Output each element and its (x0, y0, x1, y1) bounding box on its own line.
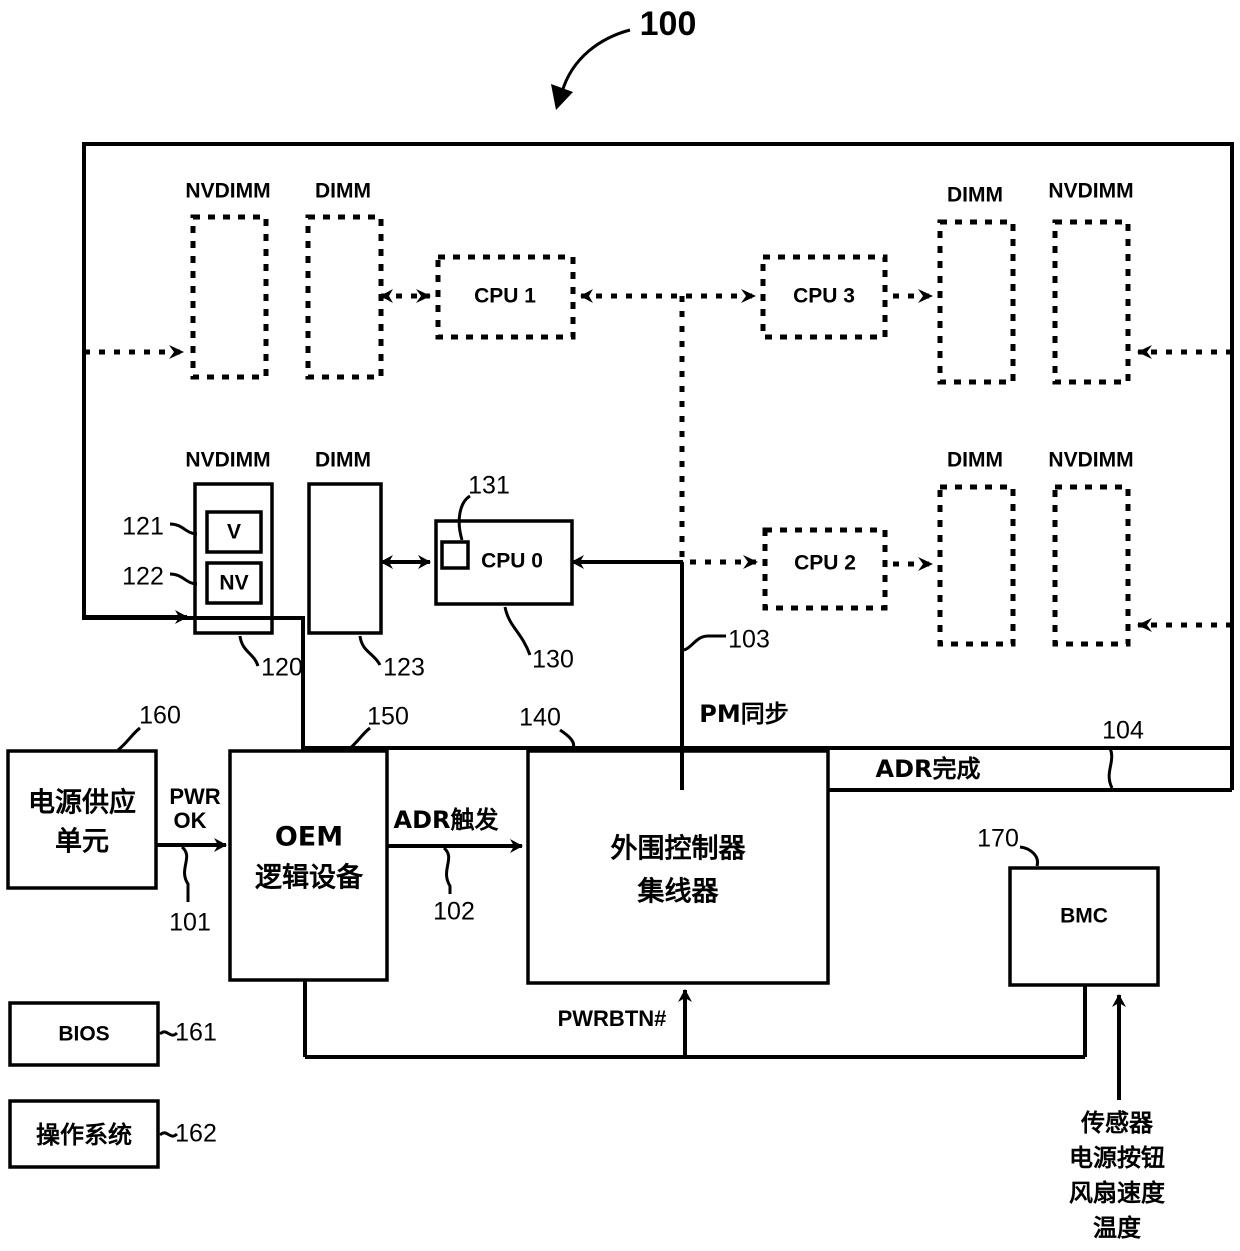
pch-group: 外围控制器 集线器 140 (519, 704, 830, 985)
nvdimm-nonvolatile-label: NV (219, 572, 248, 595)
bios-group: BIOS 161 (8, 1001, 217, 1067)
power-supply-box[interactable] (6, 749, 158, 890)
power-supply-label-line2: 单元 (55, 827, 109, 858)
system-block-diagram: 100 NVDIMM DIMM CPU 1 CPU 3 DIMM NVDIMM … (6, 5, 1234, 1242)
memory-group-top-right: DIMM NVDIMM (937, 180, 1134, 385)
dimm-123-group: DIMM 123 (307, 449, 425, 682)
cpu3-group: CPU 3 (760, 254, 888, 340)
pwrbtn-label: PWRBTN# (558, 1006, 667, 1031)
os-group: 操作系统 162 (8, 1099, 217, 1169)
system-boundary (82, 142, 1234, 750)
os-label: 操作系统 (36, 1121, 132, 1149)
cpu0-port-box[interactable] (440, 540, 470, 570)
pch-label-line2: 集线器 (637, 876, 720, 908)
memory-group-bottom-right: DIMM NVDIMM (937, 449, 1134, 647)
ref-104-label: 104 (1102, 717, 1144, 745)
bmc-group: BMC 170 (977, 825, 1160, 987)
cpu3-label: CPU 3 (793, 285, 855, 308)
adr-trigger-label: ADR触发 (394, 806, 499, 834)
ref-101-label: 101 (169, 909, 211, 937)
nvdimm-box-top-left[interactable] (190, 214, 269, 380)
adr-complete-group: ADR完成 104 (828, 717, 1234, 792)
pwr-ok-group: PWR OK 101 (156, 784, 227, 937)
bottom-bus-group: PWRBTN# (303, 980, 1087, 1059)
nvdimm-label-bottom-right: NVDIMM (1048, 449, 1133, 472)
memory-group-top-left: NVDIMM DIMM (185, 180, 384, 380)
pwr-ok-label-line1: PWR (169, 784, 220, 809)
ref-120-label: 120 (261, 654, 303, 682)
ref-150-label: 150 (367, 703, 409, 731)
dimm-label-bottom-right: DIMM (947, 449, 1003, 472)
cpu1-label: CPU 1 (474, 285, 536, 308)
cpu0-label: CPU 0 (481, 550, 543, 573)
ref-103-label: 103 (728, 626, 770, 654)
dimm-label-top-left: DIMM (315, 180, 371, 203)
oem-logic-label-line1: OEM (275, 822, 343, 853)
power-supply-label-line1: 电源供应 (28, 787, 136, 819)
nvdimm-box-bottom-left[interactable] (193, 482, 274, 635)
cpu2-label: CPU 2 (794, 552, 856, 575)
ref-131-label: 131 (468, 472, 510, 500)
sensor-label-line1: 传感器 (1080, 1109, 1154, 1137)
dimm-label-top-right: DIMM (947, 184, 1003, 207)
ref-160-label: 160 (139, 702, 181, 730)
power-supply-group: 电源供应 单元 160 (6, 702, 181, 890)
bmc-label: BMC (1060, 905, 1108, 928)
dimm-box-bottom-left[interactable] (307, 482, 383, 635)
nvdimm-box-top-right[interactable] (1052, 219, 1131, 385)
sensor-label-line3: 风扇速度 (1069, 1179, 1166, 1207)
patent-figure-page: 100 NVDIMM DIMM CPU 1 CPU 3 DIMM NVDIMM … (0, 0, 1240, 1251)
cpu1-group: CPU 1 (435, 254, 576, 340)
dimm-box-top-left[interactable] (305, 214, 384, 380)
pch-label-line1: 外围控制器 (611, 834, 747, 865)
ref-130-label: 130 (532, 646, 574, 674)
adr-complete-label: ADR完成 (876, 755, 981, 783)
nvdimm-label-bottom-left: NVDIMM (185, 449, 270, 472)
ref-122-label: 122 (122, 563, 164, 591)
sensor-label-line2: 电源按钮 (1069, 1144, 1165, 1172)
adr-trigger-group: ADR触发 102 (387, 806, 523, 926)
pch-box[interactable] (526, 749, 830, 985)
ref-162-label: 162 (175, 1120, 217, 1148)
pm-sync-label: PM同步 (699, 700, 788, 728)
ref-170-label: 170 (977, 825, 1019, 853)
oem-logic-label-line2: 逻辑设备 (255, 863, 364, 894)
ref-123-label: 123 (383, 654, 425, 682)
nvdimm-volatile-label: V (227, 521, 241, 544)
figure-number-label: 100 (640, 5, 697, 43)
nvdimm-label-top-right: NVDIMM (1048, 180, 1133, 203)
nvdimm-label-top-left: NVDIMM (185, 180, 270, 203)
sensor-label-line4: 温度 (1093, 1214, 1142, 1242)
bios-label: BIOS (58, 1023, 109, 1046)
ref-102-label: 102 (433, 898, 475, 926)
figure-number-callout: 100 (551, 5, 696, 110)
dimm-label-bottom-left: DIMM (315, 449, 371, 472)
dimm-box-bottom-right[interactable] (937, 484, 1016, 647)
cpu2-group: CPU 2 (762, 527, 888, 611)
ref-103-callout: 103 (683, 626, 770, 654)
ref-140-label: 140 (519, 704, 561, 732)
pwr-ok-label-line2: OK (174, 808, 207, 833)
dimm-box-top-right[interactable] (937, 219, 1016, 385)
nvdimm-detail-group: NVDIMM V NV 121 122 120 (122, 449, 303, 682)
ref-161-label: 161 (175, 1019, 217, 1047)
oem-logic-group: OEM 逻辑设备 150 (228, 703, 409, 982)
cpu0-group: CPU 0 131 130 (434, 472, 574, 674)
ref-121-label: 121 (122, 513, 164, 541)
nvdimm-box-bottom-right[interactable] (1052, 484, 1131, 647)
